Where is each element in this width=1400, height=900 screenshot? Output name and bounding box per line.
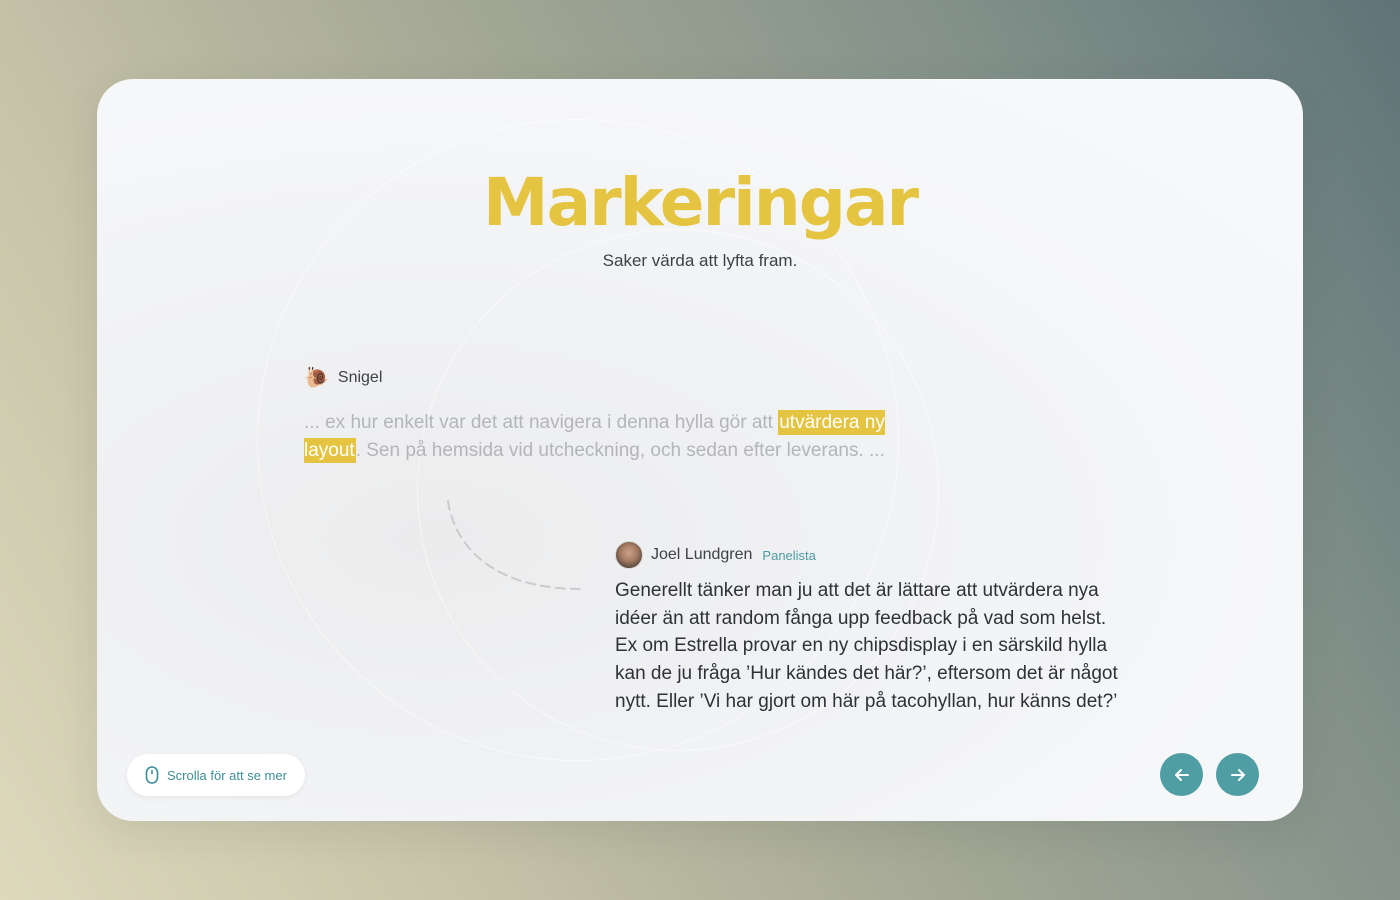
reply-text: Generellt tänker man ju att det är lätta… <box>615 580 1118 712</box>
arrow-left-icon <box>1174 768 1189 781</box>
quote-text-before: ... ex hur enkelt var det att navigera i… <box>304 412 779 433</box>
reply-author-role: Panelista <box>762 547 816 563</box>
page-subtitle: Saker värda att lyfta fram. <box>602 251 798 270</box>
connector-curve <box>447 500 582 590</box>
reply-author-name: Joel Lundgren <box>651 546 753 563</box>
quote-text: ... ex hur enkelt var det att navigera i… <box>304 409 904 465</box>
previous-button[interactable] <box>1160 753 1203 796</box>
quote-text-after: . Sen på hemsida vid utcheckning, och se… <box>355 440 885 461</box>
scroll-hint-button[interactable]: Scrolla för att se mer <box>127 754 305 796</box>
arrow-right-icon <box>1230 768 1245 781</box>
quote-author: 🐌 Snigel <box>304 367 382 389</box>
next-button[interactable] <box>1216 753 1259 796</box>
snail-icon: 🐌 <box>304 367 329 389</box>
mouse-icon <box>145 766 159 784</box>
page-title: Markeringar <box>482 164 919 241</box>
highlights-card: Markeringar Saker värda att lyfta fram. … <box>97 79 1303 821</box>
avatar <box>615 541 643 569</box>
quote-author-name: Snigel <box>337 369 383 386</box>
reply-author: Joel Lundgren Panelista <box>615 541 816 569</box>
scroll-hint-label: Scrolla för att se mer <box>167 767 287 783</box>
